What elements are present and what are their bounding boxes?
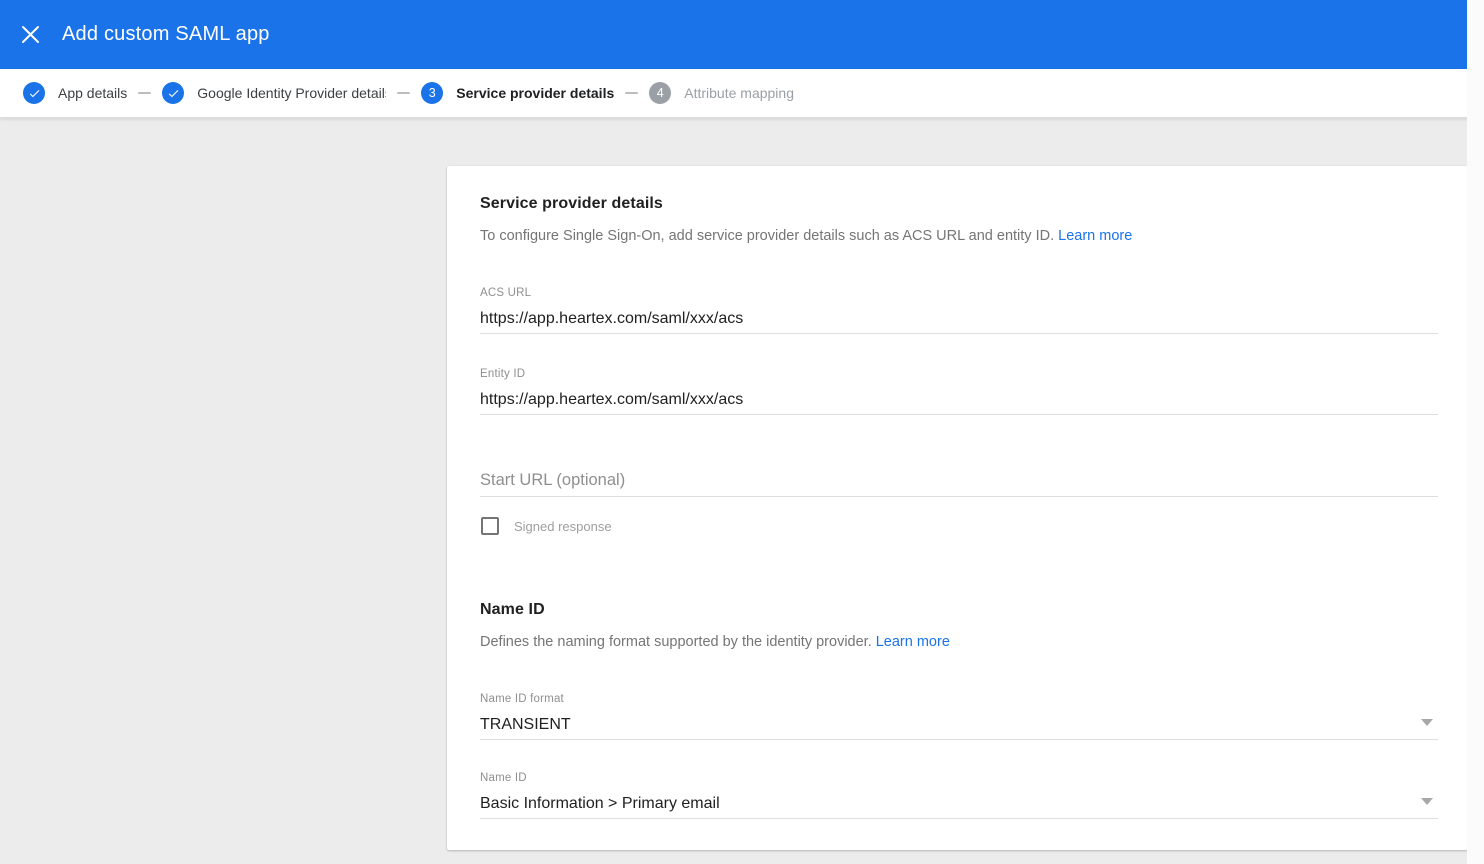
learn-more-link[interactable]: Learn more	[876, 634, 950, 650]
step-3-number: 3	[429, 86, 436, 100]
description-text: Defines the naming format supported by t…	[480, 634, 872, 650]
section-description-name-id: Defines the naming format supported by t…	[480, 632, 1438, 652]
section-title-service-provider: Service provider details	[480, 193, 1438, 215]
start-url-input[interactable]	[480, 469, 1438, 497]
step-4-number-circle: 4	[649, 82, 671, 104]
step-1-check-circle	[23, 82, 45, 104]
step-1-label: App details	[58, 85, 127, 101]
acs-url-field: ACS URL	[480, 286, 1438, 334]
description-text: To configure Single Sign-On, add service…	[480, 228, 1054, 244]
content-area: Service provider details To configure Si…	[0, 119, 1484, 864]
start-url-field	[480, 469, 1438, 497]
step-connector	[625, 92, 638, 94]
section-title-name-id: Name ID	[480, 599, 1438, 621]
checkmark-icon	[167, 87, 180, 100]
scrollbar[interactable]	[1467, 0, 1484, 864]
acs-url-input[interactable]	[480, 308, 1438, 334]
entity-id-label: Entity ID	[480, 367, 1438, 381]
acs-url-label: ACS URL	[480, 286, 1438, 300]
step-4-label: Attribute mapping	[684, 85, 794, 101]
step-google-idp-details[interactable]: Google Identity Provider details	[162, 82, 386, 104]
signed-response-checkbox[interactable]	[481, 517, 499, 535]
step-3-label: Service provider details	[456, 85, 614, 101]
step-connector	[138, 92, 151, 94]
close-icon	[21, 25, 40, 44]
step-service-provider-details[interactable]: 3 Service provider details	[421, 82, 614, 104]
step-2-label: Google Identity Provider details	[197, 85, 386, 101]
learn-more-link[interactable]: Learn more	[1058, 228, 1132, 244]
name-id-label: Name ID	[480, 771, 1438, 785]
name-id-value: Basic Information > Primary email	[480, 793, 1438, 819]
dropdown-arrow-icon	[1421, 798, 1433, 805]
step-4-number: 4	[657, 86, 664, 100]
dropdown-arrow-icon	[1421, 719, 1433, 726]
checkmark-icon	[28, 87, 41, 100]
signed-response-row: Signed response	[480, 516, 1438, 536]
step-connector	[397, 92, 410, 94]
step-app-details[interactable]: App details	[23, 82, 127, 104]
section-description-service-provider: To configure Single Sign-On, add service…	[480, 226, 1438, 246]
dialog-title: Add custom SAML app	[62, 23, 270, 46]
step-2-check-circle	[162, 82, 184, 104]
dialog-header: Add custom SAML app	[0, 0, 1484, 69]
service-provider-card: Service provider details To configure Si…	[447, 166, 1468, 850]
entity-id-field: Entity ID	[480, 367, 1438, 415]
wizard-stepper: App details Google Identity Provider det…	[0, 69, 1484, 118]
close-button[interactable]	[10, 15, 50, 55]
name-id-format-select[interactable]: Name ID format TRANSIENT	[480, 692, 1438, 740]
step-attribute-mapping[interactable]: 4 Attribute mapping	[649, 82, 794, 104]
step-3-number-circle: 3	[421, 82, 443, 104]
name-id-format-value: TRANSIENT	[480, 714, 1438, 740]
name-id-format-label: Name ID format	[480, 692, 1438, 706]
entity-id-input[interactable]	[480, 389, 1438, 415]
signed-response-label: Signed response	[514, 519, 612, 534]
name-id-select[interactable]: Name ID Basic Information > Primary emai…	[480, 771, 1438, 819]
